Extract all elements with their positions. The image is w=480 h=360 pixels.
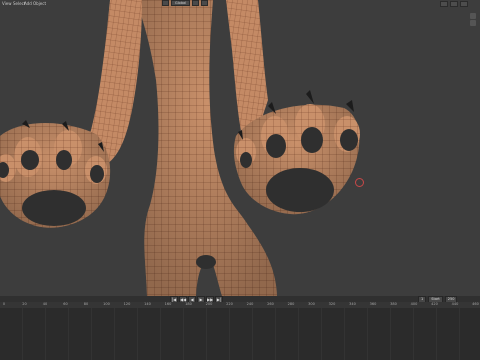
ruler-tick-label: 280 — [287, 302, 295, 306]
ruler-tick-label: 460 — [472, 302, 479, 306]
viewport-header: View Select Add Object Global — [0, 0, 480, 8]
ruler-tick-label: 180 — [185, 302, 192, 306]
ruler-tick-label: 300 — [308, 302, 315, 306]
menu-view[interactable]: View — [2, 1, 12, 6]
snap-icon[interactable] — [192, 0, 200, 6]
ruler-tick-label: 260 — [267, 302, 274, 306]
ruler-tick-label: 140 — [144, 302, 151, 306]
ruler-tick-label: 220 — [226, 302, 233, 306]
ruler-tick-label: 340 — [349, 302, 356, 306]
pivot-icon[interactable] — [162, 0, 169, 6]
ruler-tick-label: 360 — [369, 302, 377, 306]
ruler-tick-label: 200 — [205, 302, 213, 306]
ruler-tick-label: 40 — [42, 302, 48, 306]
menu-object[interactable]: Object — [33, 1, 46, 6]
3d-cursor — [355, 178, 364, 187]
orientation-dropdown[interactable]: Global — [171, 0, 191, 6]
overlay-icon[interactable] — [440, 1, 448, 7]
sculpt-mesh-view[interactable] — [0, 0, 480, 296]
pan-icon[interactable] — [470, 20, 476, 26]
3d-viewport[interactable]: View Select Add Object Global — [0, 0, 480, 296]
menu-add[interactable]: Add — [24, 1, 32, 6]
zoom-icon[interactable] — [470, 13, 476, 19]
ruler-tick-label: 420 — [431, 302, 438, 306]
ruler-tick-label: 60 — [63, 302, 68, 306]
ruler-tick-label: 400 — [410, 302, 418, 306]
navigation-gizmo — [468, 12, 478, 34]
ruler-tick-label: 440 — [451, 302, 459, 306]
ruler-tick-label: 20 — [22, 302, 27, 306]
ruler-tick-label: 0 — [2, 302, 6, 306]
ruler-tick-label: 120 — [123, 302, 131, 306]
left-paw — [0, 120, 111, 228]
ruler-tick-label: 240 — [246, 302, 254, 306]
ruler-tick-label: 160 — [164, 302, 172, 306]
ruler-tick-label: 80 — [83, 302, 89, 306]
transform-orientation: Global — [162, 0, 209, 6]
viewport-shading-buttons — [440, 1, 468, 7]
ruler-tick-label: 100 — [103, 302, 110, 306]
ruler-tick-label: 380 — [390, 302, 397, 306]
tail-stub — [196, 255, 216, 269]
xray-icon[interactable] — [450, 1, 458, 7]
timeline-tracks[interactable] — [0, 308, 480, 360]
timeline-editor[interactable]: |◀ ◀◀ ◀ ▶ ▶▶ ▶| 1 Start 250 0 20 40 60 80 100… — [0, 296, 480, 360]
shading-solid-icon[interactable] — [460, 1, 468, 7]
ruler-tick-label: 320 — [328, 302, 336, 306]
proportional-edit-icon[interactable] — [201, 0, 209, 6]
